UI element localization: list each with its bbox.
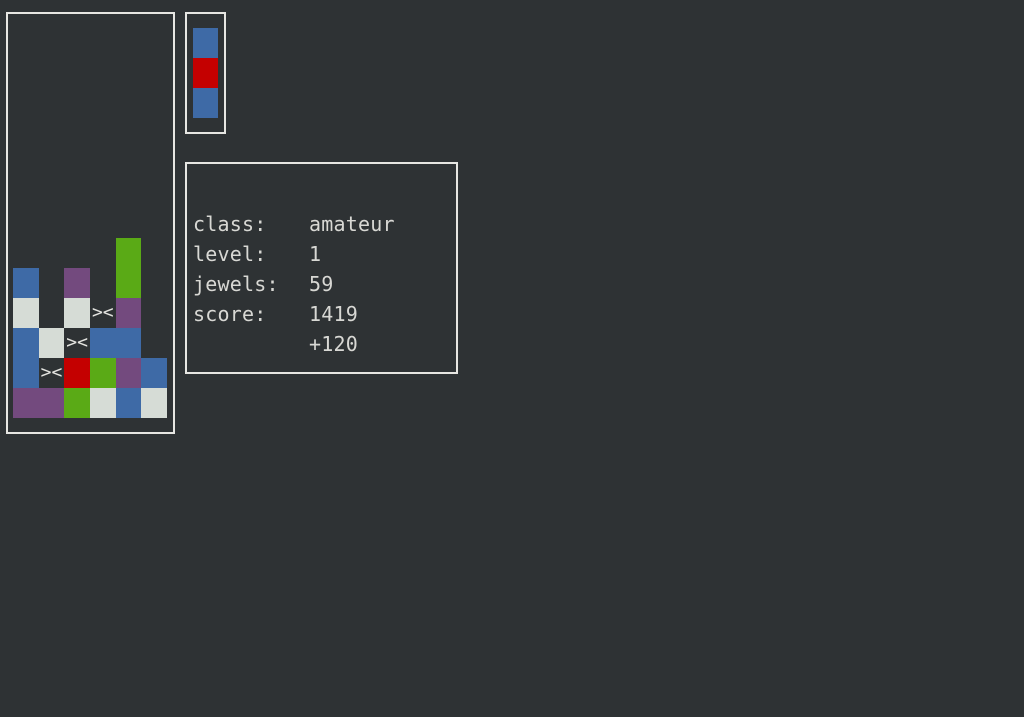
empty-cell xyxy=(141,238,167,268)
empty-cell xyxy=(141,88,167,118)
cleared-marker: >< xyxy=(66,332,88,353)
empty-cell xyxy=(90,148,116,178)
bonus-row: +120 xyxy=(193,329,395,359)
blue-jewel xyxy=(13,268,39,298)
empty-cell xyxy=(64,88,90,118)
jewels-label: jewels: xyxy=(193,272,279,296)
empty-cell xyxy=(64,148,90,178)
blue-jewel xyxy=(115,388,142,418)
empty-cell xyxy=(39,58,65,88)
empty-cell xyxy=(13,88,39,118)
purple-jewel xyxy=(13,388,39,418)
empty-cell xyxy=(116,28,142,58)
blue-jewel xyxy=(13,328,39,358)
level-row: level: 1 xyxy=(193,239,395,269)
empty-cell xyxy=(116,118,142,148)
white-jewel xyxy=(13,298,39,328)
empty-cell xyxy=(13,148,39,178)
purple-jewel xyxy=(115,298,142,328)
score-value: 1419 xyxy=(309,302,358,326)
purple-jewel xyxy=(38,388,65,418)
empty-cell xyxy=(39,148,65,178)
red-jewel xyxy=(64,358,90,388)
score-row: score: 1419 xyxy=(193,299,395,329)
empty-cell xyxy=(141,178,167,208)
empty-cell xyxy=(39,88,65,118)
class-row: class: amateur xyxy=(193,209,395,239)
empty-cell xyxy=(116,58,142,88)
empty-cell xyxy=(39,118,65,148)
empty-cell xyxy=(13,118,39,148)
jewels-value: 59 xyxy=(309,272,334,296)
empty-cell xyxy=(13,28,39,58)
green-jewel xyxy=(115,238,142,268)
empty-cell xyxy=(141,298,167,328)
empty-cell xyxy=(90,208,116,238)
empty-cell xyxy=(64,238,90,268)
empty-cell xyxy=(141,268,167,298)
stats-panel: class: amateur level: 1 jewels: 59 score… xyxy=(193,209,395,359)
empty-cell xyxy=(64,28,90,58)
empty-cell xyxy=(90,178,116,208)
green-jewel xyxy=(115,268,142,298)
empty-cell xyxy=(13,208,39,238)
green-jewel xyxy=(64,388,90,418)
empty-cell xyxy=(39,208,65,238)
empty-cell xyxy=(141,58,167,88)
next-piece-preview xyxy=(193,28,218,118)
empty-cell xyxy=(90,118,116,148)
blue-jewel xyxy=(13,358,39,388)
empty-cell xyxy=(64,208,90,238)
empty-cell xyxy=(90,28,116,58)
level-value: 1 xyxy=(309,242,322,266)
empty-cell xyxy=(39,268,65,298)
empty-cell xyxy=(141,328,167,358)
empty-cell xyxy=(90,238,116,268)
empty-cell xyxy=(90,268,116,298)
white-jewel xyxy=(64,298,90,328)
empty-cell xyxy=(90,88,116,118)
green-jewel xyxy=(89,358,116,388)
class-label: class: xyxy=(193,212,267,236)
score-label: score: xyxy=(193,302,267,326)
empty-cell xyxy=(13,178,39,208)
empty-cell xyxy=(39,238,65,268)
empty-cell xyxy=(141,118,167,148)
blue-jewel xyxy=(141,358,167,388)
empty-cell xyxy=(64,58,90,88)
empty-cell xyxy=(116,148,142,178)
empty-cell xyxy=(116,178,142,208)
level-label: level: xyxy=(193,242,267,266)
empty-cell xyxy=(39,178,65,208)
next-red-jewel xyxy=(193,58,218,88)
empty-cell xyxy=(141,208,167,238)
empty-cell xyxy=(90,58,116,88)
empty-cell xyxy=(13,58,39,88)
white-jewel xyxy=(38,328,65,358)
white-jewel xyxy=(141,388,167,418)
empty-cell xyxy=(141,148,167,178)
empty-cell xyxy=(39,28,65,58)
empty-cell xyxy=(13,238,39,268)
blue-jewel xyxy=(115,328,142,358)
cleared-marker: >< xyxy=(40,362,63,383)
next-blue-jewel xyxy=(193,88,218,118)
blue-jewel xyxy=(89,328,116,358)
white-jewel xyxy=(89,388,116,418)
empty-cell xyxy=(116,88,142,118)
next-blue-jewel xyxy=(193,28,218,58)
empty-cell xyxy=(39,298,65,328)
game-board[interactable]: >< >< >< xyxy=(13,28,167,418)
empty-cell xyxy=(64,178,90,208)
class-value: amateur xyxy=(309,212,395,236)
empty-cell xyxy=(116,208,142,238)
empty-cell xyxy=(64,118,90,148)
score-bonus-value: +120 xyxy=(309,332,358,356)
cleared-marker: >< xyxy=(91,302,114,323)
purple-jewel xyxy=(115,358,142,388)
empty-cell xyxy=(141,28,167,58)
jewels-row: jewels: 59 xyxy=(193,269,395,299)
purple-jewel xyxy=(64,268,90,298)
